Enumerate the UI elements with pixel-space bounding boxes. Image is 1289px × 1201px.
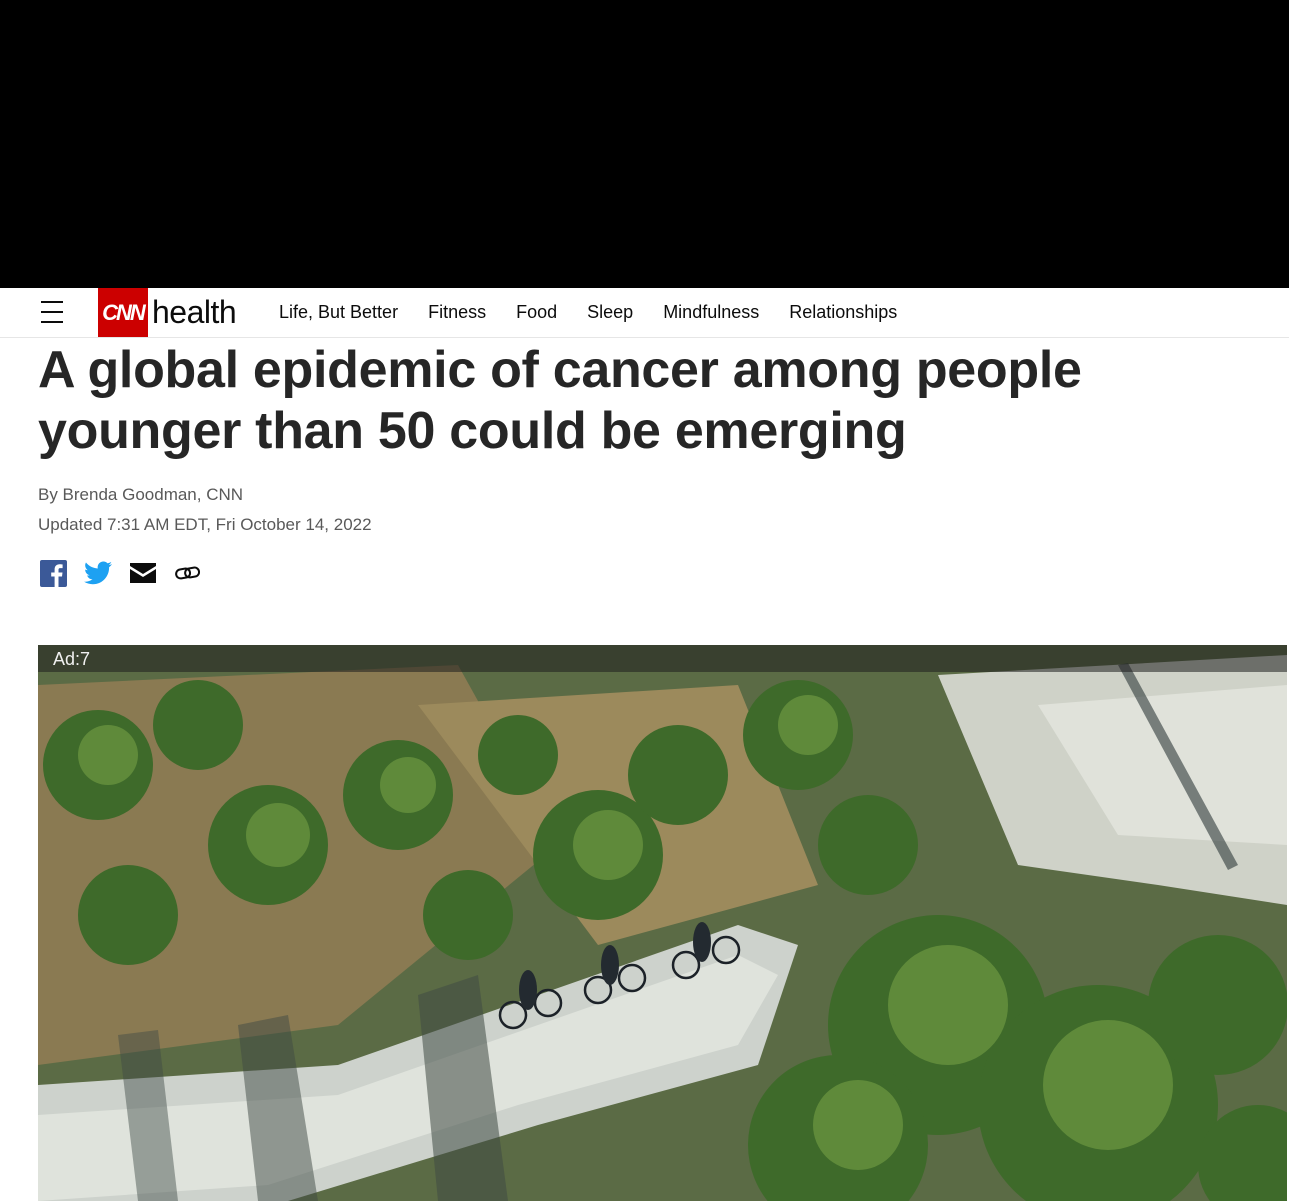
menu-icon[interactable] xyxy=(41,301,65,323)
email-icon[interactable] xyxy=(128,558,158,588)
section-nav: Life, But Better Fitness Food Sleep Mind… xyxy=(279,288,927,337)
article-byline[interactable]: By Brenda Goodman, CNN xyxy=(38,485,243,505)
link-icon[interactable] xyxy=(173,558,203,588)
header-nav: CNN health Life, But Better Fitness Food… xyxy=(0,288,1289,338)
nav-link-sleep[interactable]: Sleep xyxy=(587,302,633,323)
nav-link-relationships[interactable]: Relationships xyxy=(789,302,897,323)
share-bar xyxy=(38,558,218,588)
nav-link-life-but-better[interactable]: Life, But Better xyxy=(279,302,398,323)
article-headline: A global epidemic of cancer among people… xyxy=(38,341,1082,460)
facebook-icon[interactable] xyxy=(38,558,68,588)
nav-link-food[interactable]: Food xyxy=(516,302,557,323)
video-ad-bar: Ad:7 xyxy=(38,645,1287,672)
nav-link-mindfulness[interactable]: Mindfulness xyxy=(663,302,759,323)
cnn-logo-text: CNN xyxy=(102,299,146,325)
nav-link-fitness[interactable]: Fitness xyxy=(428,302,486,323)
video-player[interactable]: Ad:7 xyxy=(38,645,1287,1201)
twitter-icon[interactable] xyxy=(83,558,113,588)
article-timestamp: Updated 7:31 AM EDT, Fri October 14, 202… xyxy=(38,515,372,534)
top-ad-banner xyxy=(0,0,1289,288)
ad-countdown-label: Ad:7 xyxy=(53,649,91,669)
cnn-health-logo[interactable]: CNN health xyxy=(98,288,237,337)
health-logo-text: health xyxy=(152,294,237,330)
video-frame-aerial-scene xyxy=(38,645,1287,1201)
cnn-logo-box: CNN xyxy=(98,288,148,337)
